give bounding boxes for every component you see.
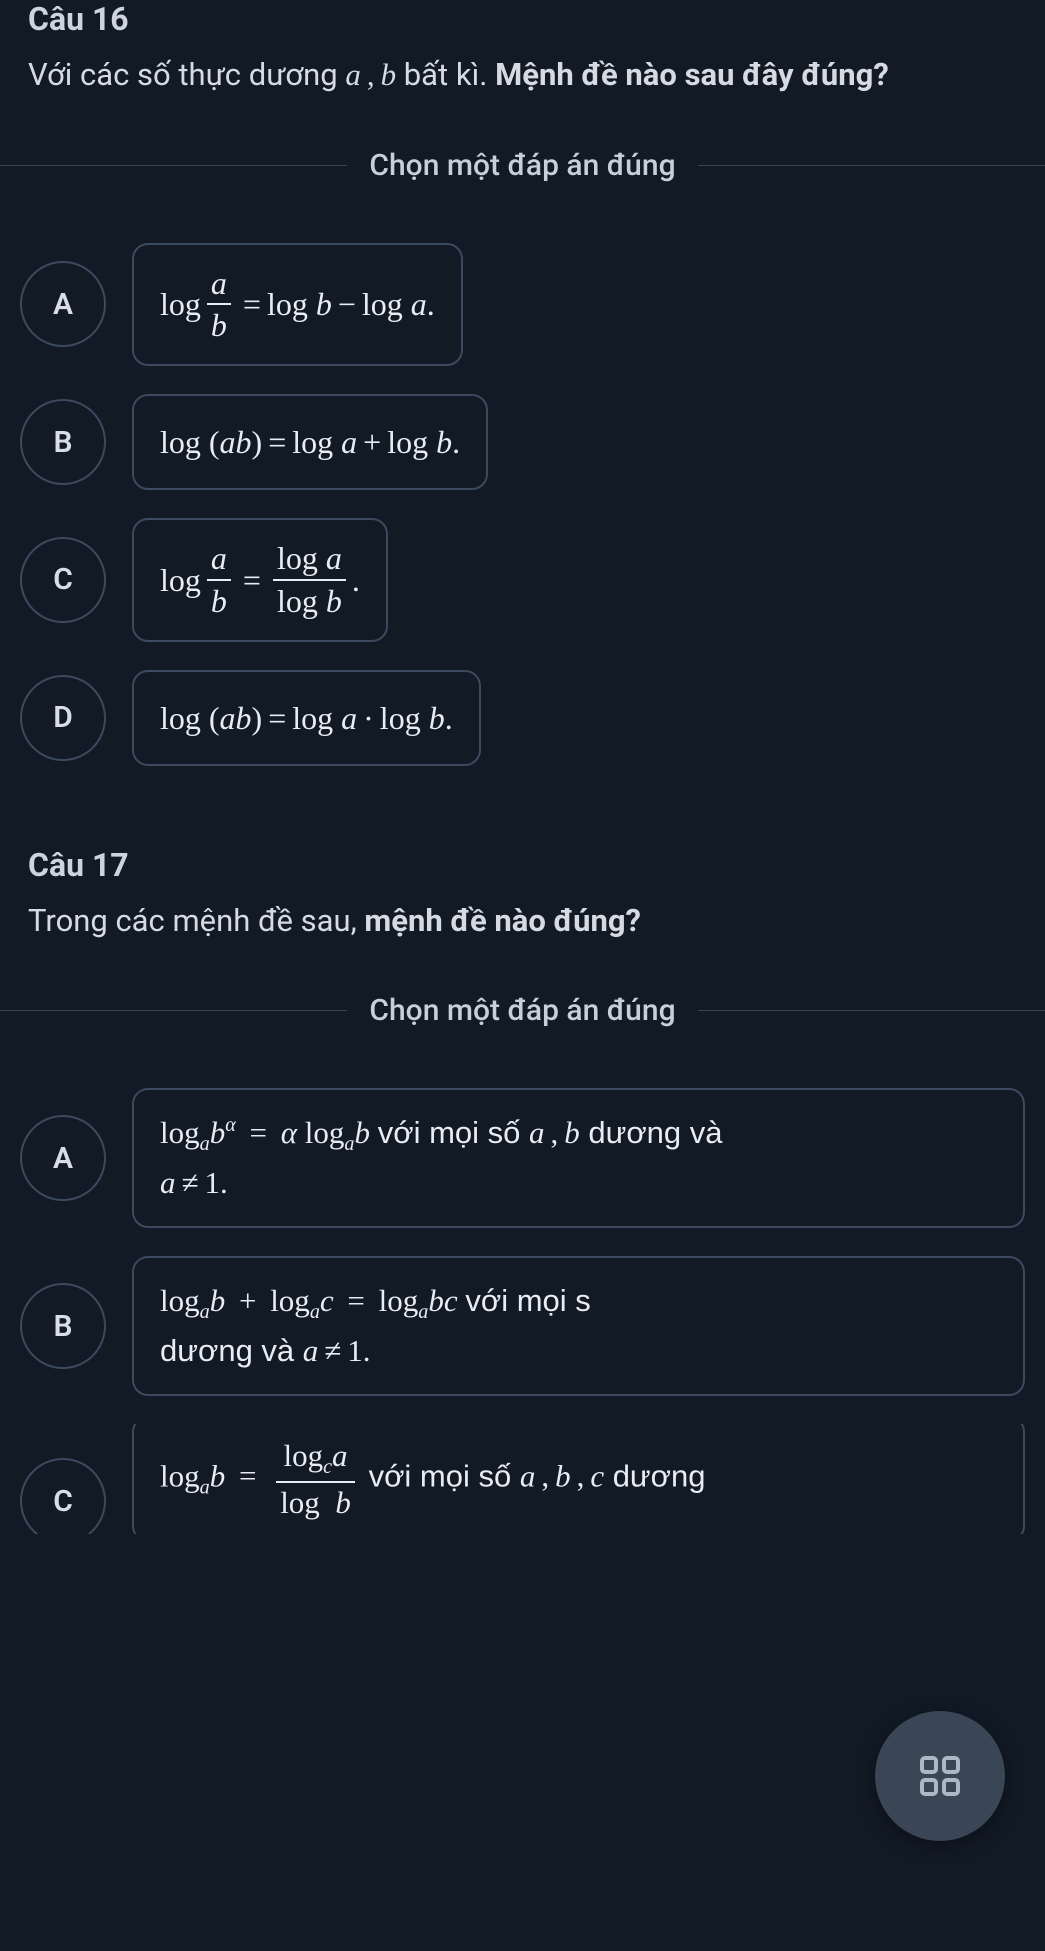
instruction-divider: Chọn một đáp án đúng <box>0 148 1045 183</box>
question-header: Câu 16 Với các số thực dương a,b bất kì.… <box>0 0 1045 108</box>
option-letter-b[interactable]: B <box>20 1283 106 1369</box>
option-b: B logab + logac = logabc với mọi s dương… <box>20 1256 1025 1396</box>
option-letter-a[interactable]: A <box>20 1115 106 1201</box>
prompt-prefix: Trong các mệnh đề sau, <box>28 902 364 939</box>
option-letter-c[interactable]: C <box>20 1458 106 1534</box>
option-b-formula[interactable]: log (ab) = log a + log b. <box>132 394 488 490</box>
divider-line <box>0 165 347 166</box>
prompt-prefix: Với các số thực dương <box>28 56 345 93</box>
options-list: A logabα = α logab với mọi số a,b dương … <box>0 1088 1045 1534</box>
prompt-mid: bất kì. <box>396 56 495 93</box>
grid-icon <box>916 1752 964 1800</box>
instruction-divider: Chọn một đáp án đúng <box>0 993 1045 1028</box>
option-c: C logab = logca log b với mọi số a,b,c d… <box>20 1424 1025 1534</box>
prompt-bold: Mệnh đề nào sau đây đúng? <box>495 56 889 93</box>
option-a-formula[interactable]: logabα = α logab với mọi số a,b dương và… <box>132 1088 1025 1228</box>
question-17: Câu 17 Trong các mệnh đề sau, mệnh đề nà… <box>0 846 1045 1534</box>
option-letter-b[interactable]: B <box>20 399 106 485</box>
instruction-label: Chọn một đáp án đúng <box>347 993 697 1028</box>
option-b: B log (ab) = log a + log b. <box>20 394 1025 490</box>
option-d: D log (ab) = log a · log b. <box>20 670 1025 766</box>
option-letter-c[interactable]: C <box>20 537 106 623</box>
question-16: Câu 16 Với các số thực dương a,b bất kì.… <box>0 0 1045 846</box>
prompt-bold: mệnh đề nào đúng? <box>364 902 641 939</box>
question-text: Với các số thực dương a,b bất kì. Mệnh đ… <box>28 50 1017 100</box>
option-c-formula[interactable]: logab = logca log b với mọi số a,b,c dươ… <box>132 1424 1025 1534</box>
option-d-formula[interactable]: log (ab) = log a · log b. <box>132 670 481 766</box>
option-letter-a[interactable]: A <box>20 261 106 347</box>
question-number: Câu 17 <box>28 846 1017 884</box>
option-c: C log ab = log a log b . <box>20 518 1025 642</box>
option-a-formula[interactable]: log ab = log b − log a. <box>132 243 463 367</box>
option-a: A log ab = log b − log a. <box>20 243 1025 367</box>
option-letter-d[interactable]: D <box>20 675 106 761</box>
option-c-formula[interactable]: log ab = log a log b . <box>132 518 388 642</box>
divider-line <box>698 165 1045 166</box>
options-list: A log ab = log b − log a. B log (ab) = l… <box>0 243 1045 766</box>
question-header: Câu 17 Trong các mệnh đề sau, mệnh đề nà… <box>0 846 1045 954</box>
question-number: Câu 16 <box>28 0 1017 38</box>
divider-line <box>0 1010 347 1011</box>
option-b-formula[interactable]: logab + logac = logabc với mọi s dương v… <box>132 1256 1025 1396</box>
option-a: A logabα = α logab với mọi số a,b dương … <box>20 1088 1025 1228</box>
question-text: Trong các mệnh đề sau, mệnh đề nào đúng? <box>28 896 1017 946</box>
divider-line <box>698 1010 1045 1011</box>
grid-fab[interactable] <box>875 1711 1005 1841</box>
instruction-label: Chọn một đáp án đúng <box>347 148 697 183</box>
